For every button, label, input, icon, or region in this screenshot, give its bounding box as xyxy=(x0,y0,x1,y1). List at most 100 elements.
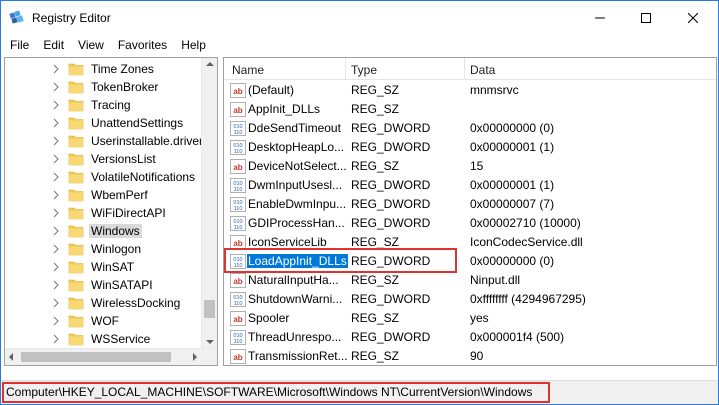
menu-edit[interactable]: Edit xyxy=(36,35,71,55)
svg-text:110: 110 xyxy=(234,149,243,155)
scroll-down-icon[interactable] xyxy=(206,340,214,344)
chevron-right-icon[interactable] xyxy=(51,316,61,326)
chevron-right-icon[interactable] xyxy=(51,82,61,92)
value-row[interactable]: 010 110 DesktopHeapLo... REG_DWORD 0x0000000… xyxy=(224,138,716,157)
column-type-header[interactable]: Type xyxy=(351,63,377,77)
svg-text:ab: ab xyxy=(233,106,242,115)
chevron-right-icon[interactable] xyxy=(51,298,61,308)
binary-value-icon: 010110 xyxy=(230,216,246,231)
value-row[interactable]: ab NaturalInputHa... REG_SZ Ninput.dll xyxy=(224,271,716,290)
tree-item[interactable]: WbemPerf xyxy=(5,186,205,204)
list-header: Name Type Data xyxy=(224,58,716,80)
binary-value-icon: 010110 xyxy=(230,197,246,212)
chevron-right-icon[interactable] xyxy=(51,262,61,272)
tree-item[interactable]: Tracing xyxy=(5,96,205,114)
value-type: REG_DWORD xyxy=(351,121,431,135)
title-bar[interactable]: Registry Editor xyxy=(1,1,718,35)
value-data: Ninput.dll xyxy=(470,273,521,287)
string-value-icon: ab xyxy=(230,102,246,117)
value-row[interactable]: 010 110 ShutdownWarni... REG_DWORD 0xfffffff… xyxy=(224,290,716,309)
key-tree-pane[interactable]: Time Zones TokenBroker Tracing UnattendSett… xyxy=(4,57,218,366)
menu-file[interactable]: File xyxy=(3,35,36,55)
tree-item[interactable]: Winlogon xyxy=(5,240,205,258)
value-data: 0x00000000 (0) xyxy=(470,254,555,268)
chevron-right-icon[interactable] xyxy=(51,334,61,344)
chevron-right-icon[interactable] xyxy=(51,118,61,128)
folder-icon xyxy=(68,315,84,328)
tree-item[interactable]: WirelessDocking xyxy=(5,294,205,312)
tree-item[interactable]: WOF xyxy=(5,312,205,330)
maximize-button[interactable] xyxy=(623,1,669,35)
chevron-right-icon[interactable] xyxy=(51,172,61,182)
tree-item-label: VolatileNotifications xyxy=(91,170,196,184)
menu-favorites[interactable]: Favorites xyxy=(111,35,174,55)
tree-item[interactable]: WinSATAPI xyxy=(5,276,205,294)
value-name: DwmInputUsesl... xyxy=(248,178,343,192)
value-row[interactable]: ab (Default) REG_SZ mnmsrvc xyxy=(224,81,716,100)
scroll-thumb[interactable] xyxy=(204,300,215,318)
chevron-right-icon[interactable] xyxy=(51,226,61,236)
scroll-right-icon[interactable] xyxy=(193,353,197,361)
menu-help[interactable]: Help xyxy=(174,35,213,55)
tree-item[interactable]: Time Zones xyxy=(5,60,205,78)
menu-view[interactable]: View xyxy=(71,35,111,55)
scroll-thumb[interactable] xyxy=(21,352,171,362)
values-list-pane[interactable]: Name Type Data ab (Default) REG_SZ mnmsrvc a… xyxy=(223,57,717,366)
chevron-right-icon[interactable] xyxy=(51,64,61,74)
chevron-right-icon[interactable] xyxy=(51,154,61,164)
column-name-header[interactable]: Name xyxy=(232,63,264,77)
tree-item[interactable]: VersionsList xyxy=(5,150,205,168)
column-separator[interactable] xyxy=(464,58,465,80)
tree-item[interactable]: Userinstallable.drivers xyxy=(5,132,209,150)
tree-item[interactable]: VolatileNotifications xyxy=(5,168,205,186)
close-button[interactable] xyxy=(670,1,716,35)
chevron-right-icon[interactable] xyxy=(51,244,61,254)
chevron-right-icon[interactable] xyxy=(51,208,61,218)
chevron-right-icon[interactable] xyxy=(51,100,61,110)
value-row[interactable]: ab DeviceNotSelect... REG_SZ 15 xyxy=(224,157,716,176)
chevron-right-icon[interactable] xyxy=(51,190,61,200)
value-row[interactable]: 010 110 ThreadUnrespo... REG_DWORD 0x000001f… xyxy=(224,328,716,347)
value-row[interactable]: 010 110 DwmInputUsesl... REG_DWORD 0x0000000… xyxy=(224,176,716,195)
chevron-right-icon[interactable] xyxy=(51,280,61,290)
column-data-header[interactable]: Data xyxy=(470,63,495,77)
tree-item[interactable]: Windows xyxy=(5,222,205,240)
value-row[interactable]: ab TransmissionRet... REG_SZ 90 xyxy=(224,347,716,365)
minimize-button[interactable] xyxy=(577,1,623,35)
tree-item[interactable]: UnattendSettings xyxy=(5,114,205,132)
svg-text:ab: ab xyxy=(233,277,242,286)
value-row[interactable]: 010 110 GDIProcessHan... REG_DWORD 0x0000271… xyxy=(224,214,716,233)
string-value-icon: ab xyxy=(230,273,246,288)
folder-icon xyxy=(68,153,84,166)
value-row[interactable]: 010 110 EnableDwmInpu... REG_DWORD 0x0000000… xyxy=(224,195,716,214)
scroll-left-icon[interactable] xyxy=(9,353,13,361)
value-data: IconCodecService.dll xyxy=(470,235,583,249)
svg-text:ab: ab xyxy=(233,163,242,172)
tree-item[interactable]: WSService xyxy=(5,330,205,348)
registry-editor-window: Registry Editor File Edit View Favorites… xyxy=(0,0,719,405)
value-name: GDIProcessHan... xyxy=(248,216,345,230)
folder-icon xyxy=(68,189,84,202)
value-name: ThreadUnrespo... xyxy=(248,330,342,344)
tree-item[interactable]: WiFiDirectAPI xyxy=(5,204,205,222)
svg-text:110: 110 xyxy=(234,130,243,136)
value-data: 0x00000001 (1) xyxy=(470,140,555,154)
value-row[interactable]: 010 110 DdeSendTimeout REG_DWORD 0x00000000 … xyxy=(224,119,716,138)
value-row[interactable]: ab AppInit_DLLs REG_SZ xyxy=(224,100,716,119)
value-type: REG_DWORD xyxy=(351,216,431,230)
status-bar: Computer\HKEY_LOCAL_MACHINE\SOFTWARE\Mic… xyxy=(1,380,718,404)
value-row[interactable]: ab Spooler REG_SZ yes xyxy=(224,309,716,328)
value-data: 0x00000000 (0) xyxy=(470,121,555,135)
chevron-right-icon[interactable] xyxy=(51,136,61,146)
folder-icon xyxy=(68,99,84,112)
tree-item-label: WbemPerf xyxy=(91,188,148,202)
tree-item[interactable]: TokenBroker xyxy=(5,78,205,96)
scroll-up-icon[interactable] xyxy=(206,62,214,66)
column-separator[interactable] xyxy=(345,58,346,80)
annotation-highlight-box xyxy=(224,248,457,273)
value-type: REG_DWORD xyxy=(351,292,431,306)
tree-item[interactable]: WinSAT xyxy=(5,258,205,276)
horizontal-scrollbar[interactable] xyxy=(5,348,217,365)
vertical-scrollbar[interactable] xyxy=(201,58,217,348)
binary-value-icon: 010110 xyxy=(230,330,246,345)
